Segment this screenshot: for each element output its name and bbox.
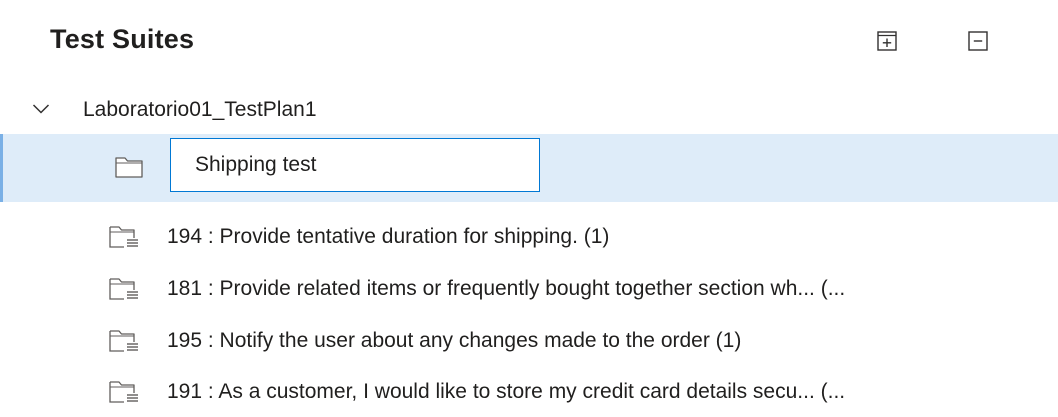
suite-label: 181 : Provide related items or frequentl… — [167, 277, 846, 300]
test-suites-panel: Test Suites Laboratorio01_TestPlan1 Ship… — [0, 0, 1058, 413]
requirement-suite-icon — [109, 225, 139, 254]
suite-label: 195 : Notify the user about any changes … — [167, 329, 742, 352]
tree-item-suite[interactable]: 191 : As a customer, I would like to sto… — [0, 367, 1058, 417]
suite-name-input[interactable] — [170, 138, 540, 192]
suite-label: 191 : As a customer, I would like to sto… — [167, 380, 846, 403]
requirement-suite-icon — [109, 277, 139, 306]
requirement-suite-icon — [109, 380, 139, 409]
folder-icon — [115, 156, 143, 183]
page-title: Test Suites — [50, 24, 195, 54]
panel-header: Test Suites — [0, 0, 1058, 88]
expand-all-button[interactable] — [874, 28, 900, 54]
tree-item-suite[interactable]: 181 : Provide related items or frequentl… — [0, 264, 1058, 314]
expand-all-icon — [877, 31, 897, 51]
tree-root-plan[interactable]: Laboratorio01_TestPlan1 — [0, 88, 1058, 134]
collapse-all-icon — [968, 31, 988, 51]
suite-label: 194 : Provide tentative duration for shi… — [167, 225, 610, 248]
collapse-all-button[interactable] — [965, 28, 991, 54]
tree-item-suite[interactable]: 194 : Provide tentative duration for shi… — [0, 212, 1058, 262]
requirement-suite-icon — [109, 329, 139, 358]
chevron-down-icon[interactable] — [32, 102, 50, 120]
new-suite-row[interactable] — [0, 134, 1058, 202]
tree-root-label: Laboratorio01_TestPlan1 — [83, 98, 317, 121]
tree-item-suite[interactable]: 195 : Notify the user about any changes … — [0, 316, 1058, 366]
